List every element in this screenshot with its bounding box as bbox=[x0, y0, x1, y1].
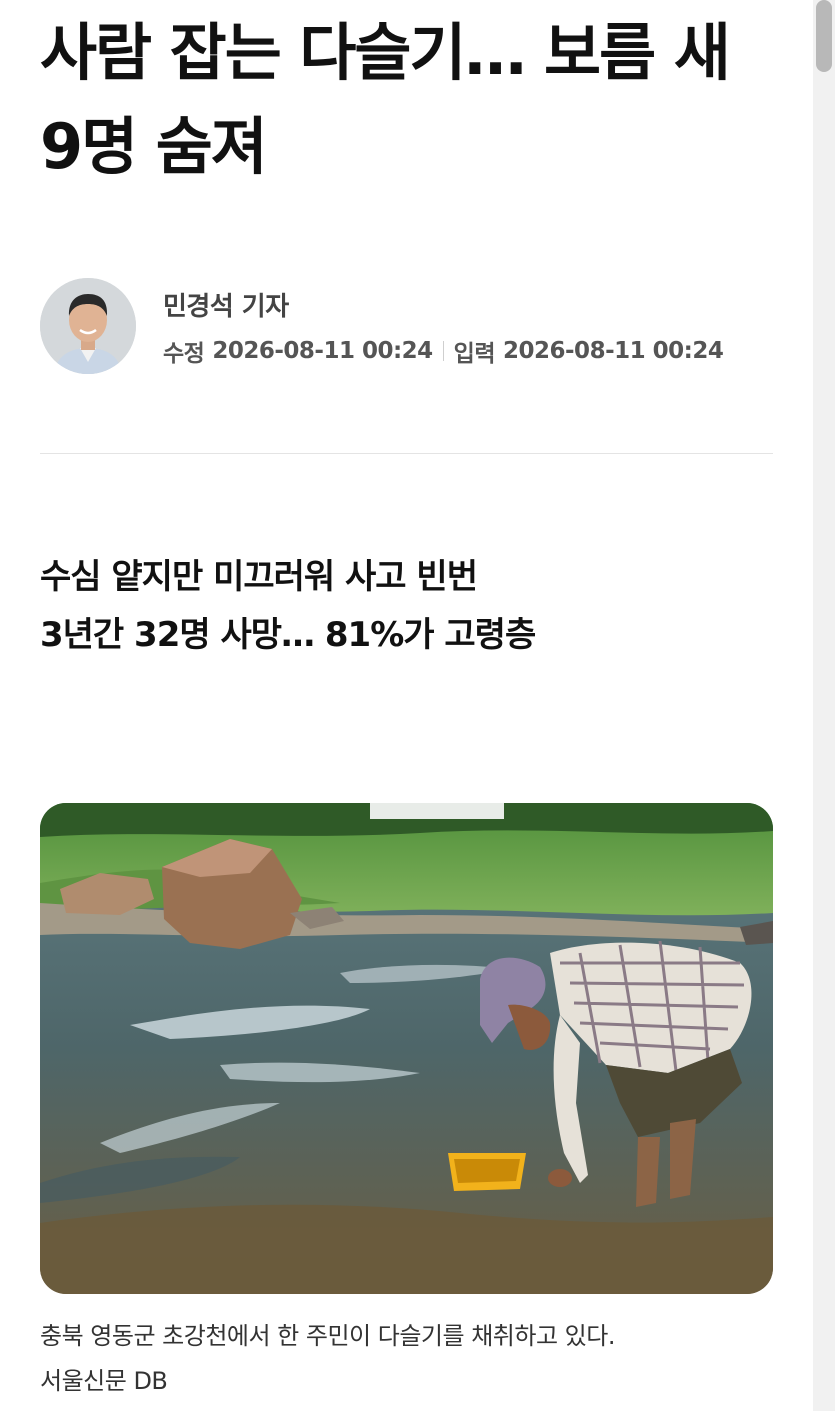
article-headline: 사람 잡는 다슬기… 보름 새 9명 숨져 bbox=[40, 6, 800, 194]
caption-text: 충북 영동군 초강천에서 한 주민이 다슬기를 채취하고 있다. bbox=[40, 1322, 615, 1350]
photo-credit: 서울신문 DB bbox=[40, 1367, 168, 1395]
scrollbar[interactable] bbox=[813, 0, 835, 1411]
input-time: 2026-08-11 00:24 bbox=[503, 338, 724, 364]
photo-caption: 충북 영동군 초강천에서 한 주민이 다슬기를 채취하고 있다. 서울신문 DB bbox=[40, 1314, 800, 1404]
article-subheadline: 수심 얕지만 미끄러워 사고 빈번 3년간 32명 사망… 81%가 고령층 bbox=[40, 548, 780, 664]
article-page: 사람 잡는 다슬기… 보름 새 9명 숨져 민경석 기자 수정 2026-08-… bbox=[0, 0, 813, 1411]
reporter-photo bbox=[40, 278, 136, 374]
author-avatar[interactable] bbox=[40, 278, 136, 374]
section-divider bbox=[40, 453, 773, 454]
headline-line-2: 9명 숨져 bbox=[40, 110, 268, 183]
article-photo[interactable] bbox=[40, 803, 773, 1294]
river-photo-illustration bbox=[40, 803, 773, 1294]
modified-label: 수정 bbox=[163, 341, 205, 367]
article-dates: 수정 2026-08-11 00:24 입력 2026-08-11 00:24 bbox=[163, 334, 724, 368]
subheadline-line-1: 수심 얕지만 미끄러워 사고 빈번 bbox=[40, 557, 478, 597]
date-separator bbox=[442, 341, 444, 361]
input-label: 입력 bbox=[453, 341, 496, 367]
author-name[interactable]: 민경석 기자 bbox=[163, 286, 289, 323]
headline-line-1: 사람 잡는 다슬기… 보름 새 bbox=[40, 16, 731, 89]
subheadline-line-2: 3년간 32명 사망… 81%가 고령층 bbox=[40, 615, 536, 655]
scrollbar-thumb[interactable] bbox=[816, 0, 832, 72]
modified-time: 2026-08-11 00:24 bbox=[212, 338, 433, 364]
